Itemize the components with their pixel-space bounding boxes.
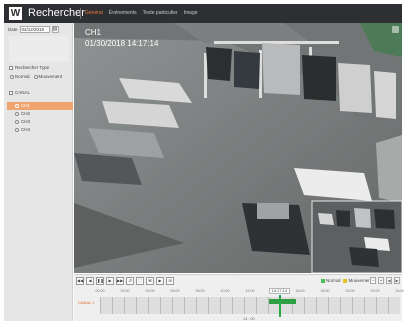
channel-radio-ch3[interactable]: [15, 120, 19, 124]
channel-radio-ch1[interactable]: [15, 104, 19, 108]
timeline-next-button[interactable]: ▶: [394, 277, 400, 284]
search-type-toggle[interactable]: Rechercher Type: [9, 65, 71, 71]
timeline-tick-label: 10:00: [220, 289, 230, 293]
video-view[interactable]: CH1 01/30/2018 14:17:14: [74, 23, 402, 273]
zoom-tools: − + ◀ ▶: [370, 277, 400, 284]
recording-legend: Normal Mouvement: [320, 278, 372, 284]
option-normal[interactable]: Normal: [10, 74, 30, 80]
channel-radio-ch4[interactable]: [15, 128, 19, 132]
legend-normal-label: Normal: [325, 278, 341, 283]
channel-radio-ch2[interactable]: [15, 112, 19, 116]
current-time-bubble: 14:17:14: [268, 288, 291, 294]
option-normal-label: Normal: [15, 74, 30, 79]
timeline-tick-label: 08:00: [195, 289, 205, 293]
timeline-tick-label: 00:00: [95, 289, 105, 293]
video-settings-icon[interactable]: [392, 26, 399, 33]
tab-general[interactable]: Général: [85, 9, 103, 18]
movement-swatch: [343, 279, 348, 283]
legend-movement: Mouvement: [343, 278, 372, 284]
timeline-tick-label: 06:00: [170, 289, 180, 293]
channel-list: CH1 CH2 CH3 CH4: [7, 102, 73, 134]
playhead-cursor[interactable]: [278, 295, 281, 317]
recording-segment[interactable]: [268, 299, 296, 304]
normal-swatch: [320, 279, 325, 283]
title-separator: [80, 8, 81, 19]
timeline-tick-label: 02:00: [120, 289, 130, 293]
timeline-bottom-label: 14 : 00: [243, 317, 255, 321]
app-logo-icon: W: [9, 7, 22, 20]
tab-bar: Général Événements Texte particulier Ima…: [85, 9, 198, 18]
channel-label-ch4: CH4: [21, 127, 31, 132]
title-bar: W Rechercher Général Événements Texte pa…: [4, 4, 402, 23]
playback-controls: ◀◀ ◀ ❚❚ ▶ ▶▶ ↺ ⛶ ⌘ ▶ ⊞ Normal Mouvement …: [74, 274, 404, 321]
play-button[interactable]: ▶: [106, 277, 114, 285]
channel-item-ch1[interactable]: CH1: [7, 102, 73, 110]
tab-image[interactable]: Image: [184, 9, 198, 18]
fast-forward-button[interactable]: ▶▶: [116, 277, 124, 285]
legend-normal: Normal: [320, 278, 341, 284]
channel-label-ch1: CH1: [21, 103, 31, 108]
search-type-label: Rechercher Type: [15, 65, 50, 70]
channel-item-ch4[interactable]: CH4: [7, 126, 73, 134]
option-movement-label: Mouvement: [38, 74, 63, 79]
date-input[interactable]: 02/12/2018: [19, 26, 50, 33]
radio-normal[interactable]: [10, 75, 14, 79]
option-movement[interactable]: Mouvement: [33, 74, 63, 80]
timeline-tick-label: 16:00: [295, 289, 305, 293]
channel-header-label: CANAL: [15, 90, 31, 95]
timeline-tick-label: 24:00: [395, 289, 404, 293]
timeline-tick-label: 04:00: [145, 289, 155, 293]
playback-buttons: ◀◀ ◀ ❚❚ ▶ ▶▶ ↺ ⛶ ⌘ ▶ ⊞: [76, 277, 174, 285]
timeline-tick-label: 18:00: [320, 289, 330, 293]
layout-button[interactable]: ⊞: [166, 277, 174, 285]
video-timestamp: 01/30/2018 14:17:14: [85, 39, 159, 48]
radio-movement[interactable]: [33, 75, 38, 79]
options-button[interactable]: ⌘: [146, 277, 154, 285]
calendar-icon[interactable]: ▤: [51, 26, 59, 33]
timeline-scale: 00:0002:0004:0006:0008:0010:0012:0014:00…: [96, 289, 404, 295]
tab-text[interactable]: Texte particulier: [143, 9, 178, 18]
rewind-button[interactable]: ◀: [86, 277, 94, 285]
zoom-out-button[interactable]: −: [370, 277, 376, 284]
search-type-options: Normal Mouvement: [9, 74, 71, 80]
timeline-row-label: CANAL 1: [78, 300, 95, 305]
zoom-in-button[interactable]: +: [378, 277, 384, 284]
channel-header[interactable]: CANAL: [9, 90, 30, 96]
channel-item-ch3[interactable]: CH3: [7, 118, 73, 126]
pause-button[interactable]: ❚❚: [96, 277, 104, 285]
video-channel-label: CH1: [85, 28, 102, 37]
calendar-panel: [9, 36, 69, 62]
channel-label-ch3: CH3: [21, 119, 31, 124]
date-label: Date: [8, 27, 18, 32]
fullscreen-button[interactable]: ⛶: [136, 277, 144, 285]
legend-movement-label: Mouvement: [348, 278, 372, 283]
parking-lot-scene: [74, 23, 402, 273]
tab-events[interactable]: Événements: [109, 9, 137, 18]
channel-item-ch2[interactable]: CH2: [7, 110, 73, 118]
search-type-checkbox[interactable]: [9, 66, 13, 70]
step-button[interactable]: ▶: [156, 277, 164, 285]
refresh-button[interactable]: ↺: [126, 277, 134, 285]
timeline-tick-label: 12:00: [245, 289, 255, 293]
window-title: Rechercher: [28, 7, 85, 19]
timeline-tick-label: 22:00: [370, 289, 380, 293]
search-type-group: Rechercher Type Normal Mouvement: [9, 65, 71, 80]
channel-all-checkbox[interactable]: [9, 91, 13, 95]
timeline-track[interactable]: [100, 295, 400, 317]
channel-label-ch2: CH2: [21, 111, 31, 116]
date-row: Date 02/12/2018 ▤: [8, 26, 59, 33]
timeline-tick-label: 20:00: [345, 289, 355, 293]
timeline-prev-button[interactable]: ◀: [386, 277, 392, 284]
search-sidebar: Date 02/12/2018 ▤ Rechercher Type Normal…: [4, 23, 73, 321]
fast-rewind-button[interactable]: ◀◀: [76, 277, 84, 285]
